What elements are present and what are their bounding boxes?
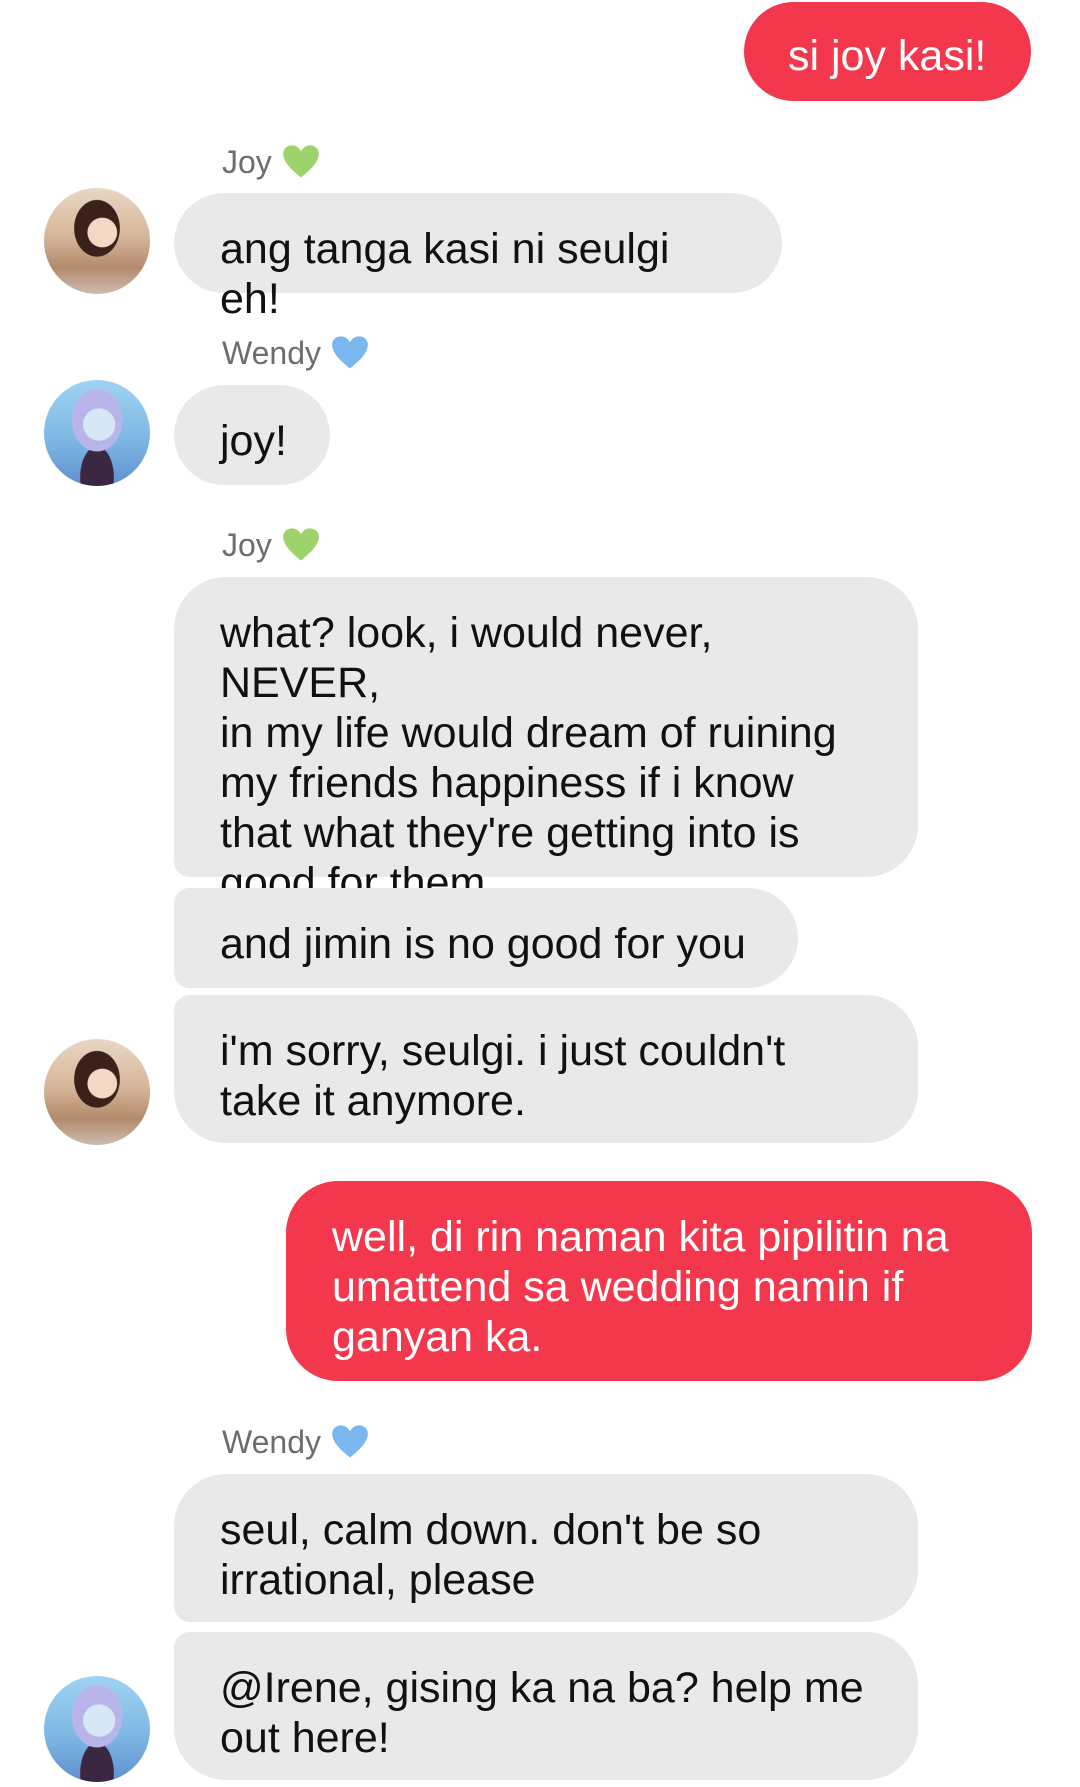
wendy-avatar[interactable] (44, 380, 150, 486)
blue-heart-icon (332, 336, 368, 369)
joy-avatar[interactable] (44, 188, 150, 294)
sender-name-wendy: Wendy (222, 1420, 369, 1464)
sender-name-joy: Joy (222, 140, 320, 184)
incoming-message-bubble[interactable]: ang tanga kasi ni seulgi eh! (174, 193, 782, 323)
green-heart-icon (282, 528, 319, 561)
incoming-message-bubble[interactable]: i'm sorry, seulgi. i just couldn't take … (174, 995, 918, 1143)
incoming-message-bubble[interactable]: what? look, i would never, NEVER, in my … (174, 577, 918, 907)
wendy-avatar[interactable] (44, 1676, 150, 1782)
outgoing-message-bubble[interactable]: si joy kasi! (744, 2, 1031, 101)
outgoing-message-bubble[interactable]: well, di rin naman kita pipilitin na uma… (286, 1181, 1032, 1381)
sender-name-joy: Joy (222, 523, 320, 567)
joy-avatar[interactable] (44, 1039, 150, 1145)
green-heart-icon (282, 145, 319, 178)
sender-name-wendy: Wendy (222, 331, 369, 375)
chat-thread: si joy kasi! Joy ang tanga kasi ni seulg… (0, 0, 1080, 1787)
incoming-message-bubble[interactable]: and jimin is no good for you (174, 888, 798, 988)
incoming-message-bubble[interactable]: @Irene, gising ka na ba? help me out her… (174, 1632, 918, 1780)
incoming-message-bubble[interactable]: seul, calm down. don't be so irrational,… (174, 1474, 918, 1622)
blue-heart-icon (332, 1425, 368, 1458)
incoming-message-bubble[interactable]: joy! (174, 385, 330, 485)
